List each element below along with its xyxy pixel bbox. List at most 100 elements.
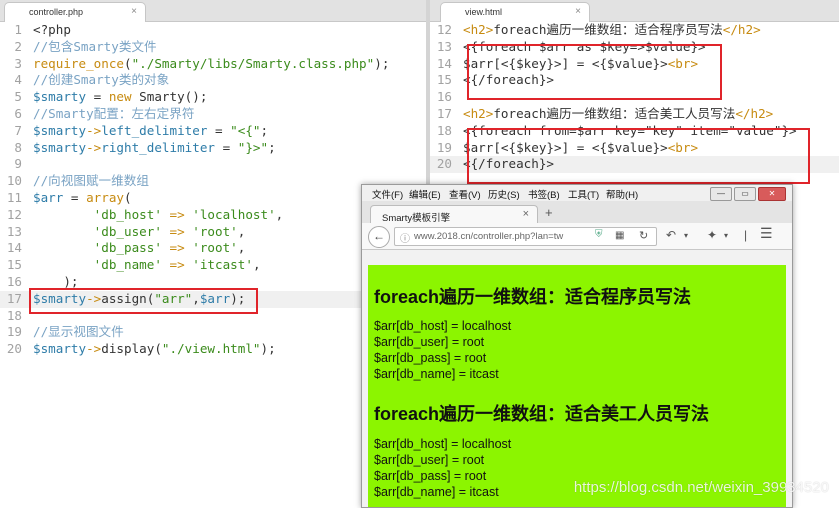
code-line[interactable]: 4 //创建Smarty类的对象 — [0, 72, 426, 89]
chevron-down-icon[interactable]: ▾ — [684, 231, 688, 240]
page-viewport: foreach遍历一维数组：适合程序员写法 $arr[db_host] = lo… — [368, 265, 786, 507]
code-token: array — [86, 189, 125, 205]
menu-tools[interactable]: 工具(T) — [568, 187, 599, 201]
line-number: 7 — [14, 122, 22, 138]
qr-code-icon[interactable]: ▦ — [615, 230, 624, 241]
code-token: , — [275, 206, 284, 222]
chevron-down-icon[interactable]: ▾ — [724, 231, 728, 240]
result-line: $arr[db_user] = root — [374, 335, 485, 349]
menu-view[interactable]: 查看(V) — [449, 187, 481, 201]
code-line[interactable]: 7 $smarty->left_delimiter = "<{"; — [0, 123, 426, 140]
close-icon[interactable]: × — [523, 208, 529, 220]
code-token: => — [161, 257, 193, 273]
info-icon[interactable]: ⓘ — [400, 230, 410, 245]
code-line[interactable]: 9 — [0, 156, 426, 173]
line-number: 13 — [436, 38, 452, 54]
line-number: 2 — [14, 38, 22, 54]
code-token: -> — [86, 139, 102, 155]
code-token: ( — [124, 189, 132, 205]
code-line[interactable]: 6 //Smarty配置：左右定界符 — [0, 106, 426, 123]
undo-icon[interactable]: ↶ — [666, 228, 676, 242]
watermark: https://blog.csdn.net/weixin_39934520 — [573, 479, 829, 496]
extension-icon[interactable]: ✦ — [707, 228, 717, 242]
code-line[interactable]: 3 require_once("./Smarty/libs/Smarty.clas… — [0, 56, 426, 73]
code-token: , — [237, 223, 246, 239]
code-line[interactable]: 5 $smarty = new Smarty(); — [0, 89, 426, 106]
code-line[interactable]: 12 <h2>foreach遍历一维数组：适合程序员写法</h2> — [430, 22, 839, 39]
code-line[interactable]: 2 //包含Smarty类文件 — [0, 39, 426, 56]
code-token: -> — [86, 341, 102, 357]
close-icon[interactable]: × — [575, 6, 581, 17]
reload-icon[interactable]: ↻ — [639, 229, 648, 242]
code-token: = — [86, 89, 109, 105]
line-number: 5 — [14, 89, 22, 105]
code-token: foreach遍历一维数组：适合美工人员写法 — [493, 105, 736, 121]
line-number: 13 — [6, 223, 22, 239]
code-token: 'db_pass' — [93, 240, 162, 256]
close-window-button[interactable]: ✕ — [758, 187, 786, 201]
code-token: $smarty — [33, 139, 87, 155]
code-token: 'root' — [192, 240, 238, 256]
url-bar[interactable]: ⓘ www.2018.cn/controller.php?lan=tw ⛨ ▦ … — [394, 227, 657, 246]
code-token: left_delimiter — [101, 122, 208, 138]
result-line: $arr[db_host] = localhost — [374, 319, 512, 333]
code-token: 'db_name' — [93, 257, 162, 273]
code-line[interactable]: 1 <?php — [0, 22, 426, 39]
menu-help[interactable]: 帮助(H) — [606, 187, 638, 201]
browser-window: 文件(F) 编辑(E) 查看(V) 历史(S) 书签(B) 工具(T) 帮助(H… — [361, 184, 793, 508]
browser-tab[interactable]: Smarty模板引擎 × — [370, 205, 538, 224]
browser-tab-title: Smarty模板引擎 — [382, 213, 451, 224]
menu-icon[interactable]: ☰ — [760, 225, 773, 242]
line-number: 19 — [436, 139, 452, 155]
code-token: , — [237, 240, 246, 256]
code-line[interactable]: 17 <h2>foreach遍历一维数组：适合美工人员写法</h2> — [430, 106, 839, 123]
code-token: //包含Smarty类文件 — [33, 38, 157, 54]
page-heading-designer: foreach遍历一维数组：适合美工人员写法 — [374, 404, 710, 424]
code-token: //显示视图文件 — [33, 324, 124, 340]
code-line[interactable]: 8 $smarty->right_delimiter = "}>"; — [0, 140, 426, 157]
browser-navbar: ← ⓘ www.2018.cn/controller.php?lan=tw ⛨ … — [362, 223, 792, 250]
highlight-box-assign — [29, 288, 258, 314]
code-token: = — [207, 122, 231, 138]
result-line: $arr[db_name] = itcast — [374, 367, 499, 381]
minimize-button[interactable]: — — [710, 187, 732, 201]
code-token: 'localhost' — [192, 206, 276, 222]
code-token: = — [63, 189, 87, 205]
code-token: $smarty — [33, 122, 87, 138]
new-tab-button[interactable]: + — [545, 205, 553, 220]
page-heading-programmer: foreach遍历一维数组：适合程序员写法 — [374, 287, 692, 307]
line-number: 15 — [6, 257, 22, 273]
code-token: => — [161, 240, 193, 256]
code-token: foreach遍历一维数组：适合程序员写法 — [493, 22, 723, 37]
code-token: right_delimiter — [101, 139, 215, 155]
line-number: 11 — [6, 189, 22, 205]
code-token: require_once — [33, 55, 124, 71]
code-token: //Smarty配置：左右定界符 — [33, 105, 195, 121]
line-number: 17 — [436, 105, 452, 121]
maximize-button[interactable]: ▭ — [734, 187, 756, 201]
tab-view-html[interactable]: view.html × — [440, 2, 590, 22]
line-number: 15 — [436, 72, 452, 88]
result-line: $arr[db_pass] = root — [374, 469, 487, 483]
close-icon[interactable]: × — [131, 6, 137, 17]
browser-tabstrip: Smarty模板引擎 × + — [362, 201, 792, 224]
code-token: 'itcast' — [192, 257, 253, 273]
result-line: $arr[db_user] = root — [374, 453, 485, 467]
code-token: Smarty(); — [131, 89, 208, 105]
line-number: 10 — [6, 173, 22, 189]
menu-history[interactable]: 历史(S) — [488, 187, 520, 201]
menu-file[interactable]: 文件(F) — [372, 187, 403, 201]
tab-controller-php[interactable]: controller.php × — [4, 2, 146, 22]
code-token: <h2> — [463, 105, 494, 121]
back-arrow-icon[interactable]: ← — [368, 226, 390, 248]
shield-icon[interactable]: ⛨ — [595, 229, 603, 240]
code-token: //创建Smarty类的对象 — [33, 72, 170, 88]
line-number: 6 — [14, 105, 22, 121]
highlight-box-designer-foreach — [467, 128, 810, 184]
code-token: => — [161, 223, 193, 239]
menu-bookmarks[interactable]: 书签(B) — [528, 187, 560, 201]
line-number: 4 — [14, 72, 22, 88]
menu-edit[interactable]: 编辑(E) — [409, 187, 441, 201]
